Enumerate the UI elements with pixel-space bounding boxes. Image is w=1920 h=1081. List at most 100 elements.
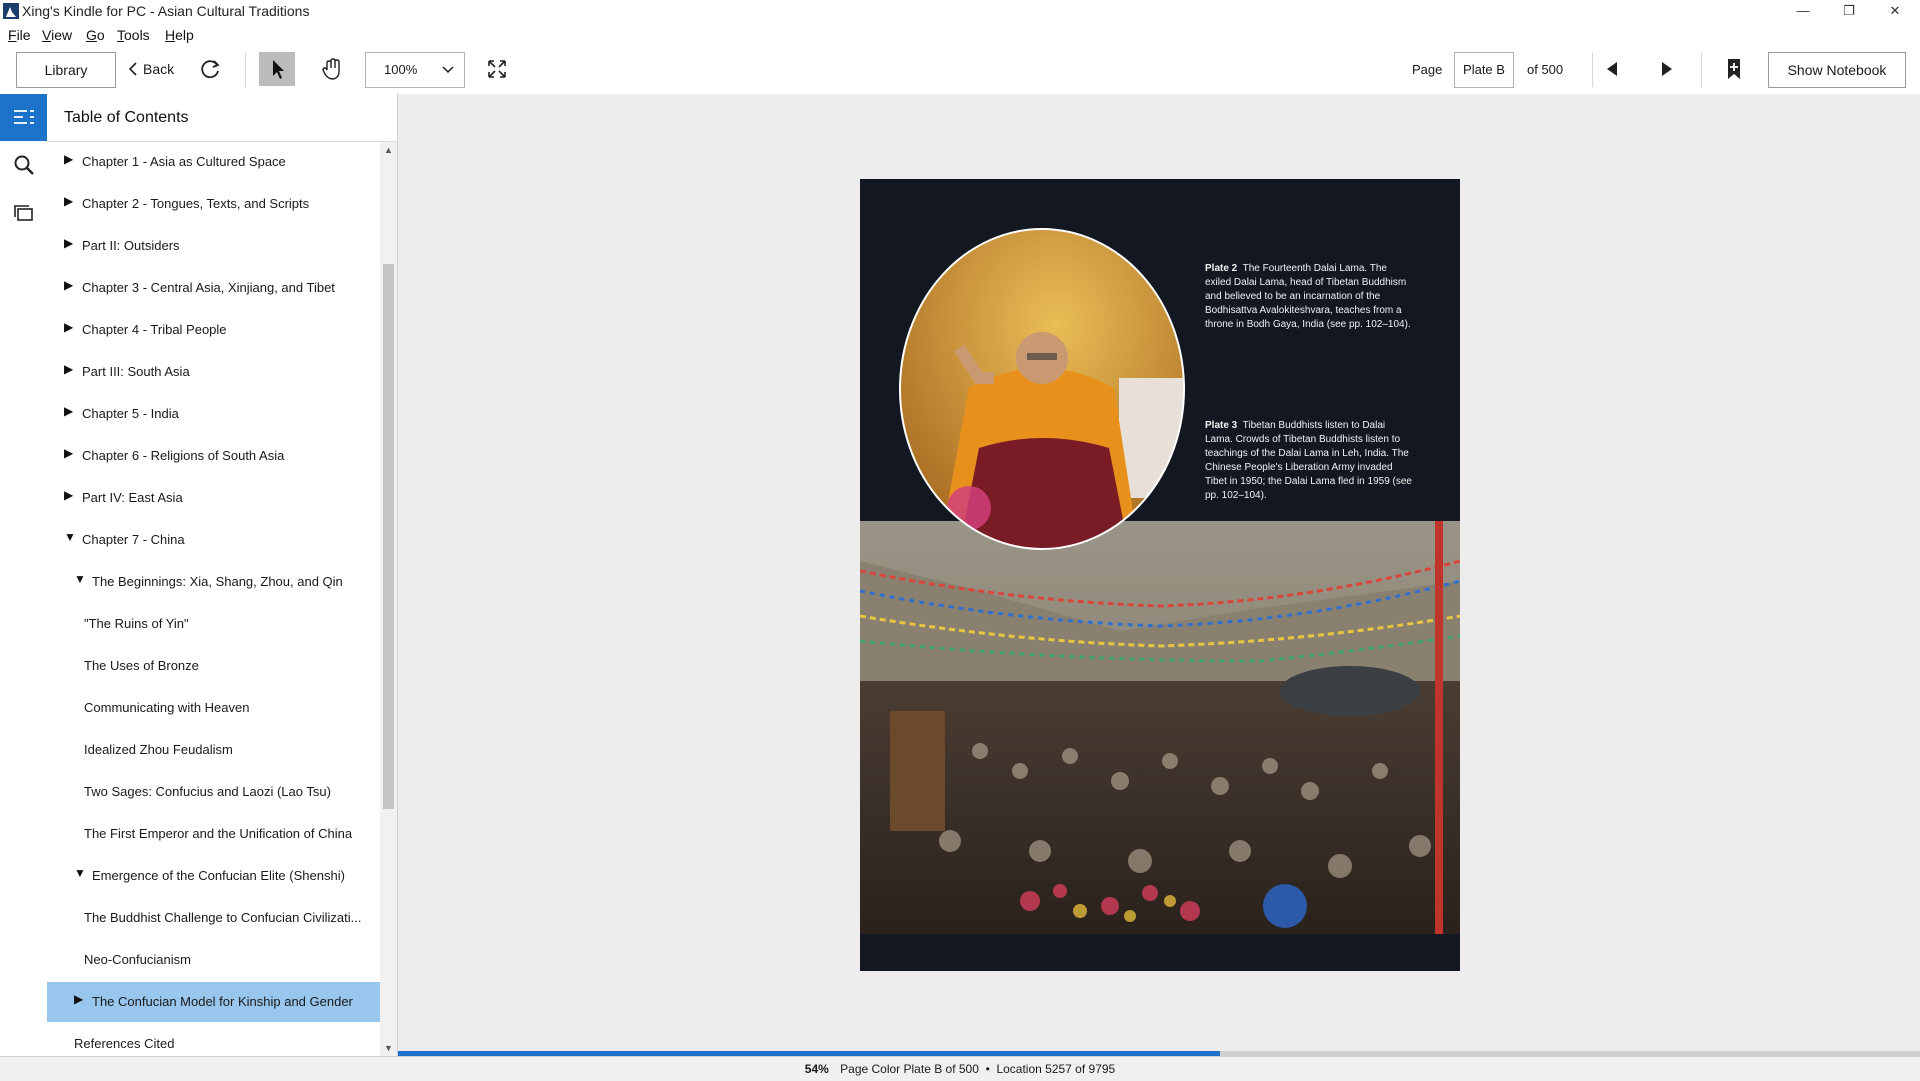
collapsed-triangle-icon[interactable]: ▶ (64, 446, 73, 460)
toc-item[interactable]: "The Ruins of Yin" (47, 604, 380, 644)
toc-item[interactable]: The First Emperor and the Unification of… (47, 814, 380, 854)
toc-tab[interactable] (0, 94, 47, 141)
toc-item[interactable]: References Cited (47, 1024, 380, 1056)
toc-item[interactable]: ▶ Part III: South Asia (47, 352, 380, 392)
toc-item-label: The First Emperor and the Unification of… (84, 826, 353, 841)
toc-scrollbar[interactable]: ▲ ▼ (380, 142, 397, 1056)
toc-item[interactable]: Idealized Zhou Feudalism (47, 730, 380, 770)
page-input[interactable]: Plate B (1454, 52, 1514, 88)
collapsed-triangle-icon[interactable]: ▶ (64, 236, 73, 250)
toc-item-label: The Confucian Model for Kinship and Gend… (92, 994, 353, 1009)
toc-item[interactable]: The Uses of Bronze (47, 646, 380, 686)
status-page-color: Page Color Plate B of 500 (840, 1062, 979, 1076)
toc-title: Table of Contents (64, 109, 189, 126)
menu-bar: File View Go Tools Help (0, 22, 1920, 47)
prev-page-icon[interactable] (1599, 56, 1625, 82)
toc-item[interactable]: ▼ The Beginnings: Xia, Shang, Zhou, and Q… (47, 562, 380, 602)
status-text: 54% Page Color Plate B of 500 • Location… (0, 1062, 1920, 1076)
status-bar: 54% Page Color Plate B of 500 • Location… (0, 1056, 1920, 1081)
toc-item-label: Chapter 4 - Tribal People (82, 322, 227, 337)
chevron-left-icon (128, 62, 137, 76)
scroll-up-arrow[interactable]: ▲ (380, 142, 397, 158)
expanded-triangle-icon[interactable]: ▼ (64, 530, 76, 544)
expanded-triangle-icon[interactable]: ▼ (74, 572, 86, 586)
collapsed-triangle-icon[interactable]: ▶ (64, 404, 73, 418)
sidebar-rail (0, 94, 48, 1056)
minimize-button[interactable]: — (1780, 0, 1826, 22)
scroll-thumb[interactable] (383, 264, 394, 809)
maximize-button[interactable]: ❐ (1826, 0, 1872, 22)
collapsed-triangle-icon[interactable]: ▶ (64, 152, 73, 166)
menu-file[interactable]: File (8, 27, 31, 43)
fullscreen-icon[interactable] (484, 56, 510, 82)
toc-item-label: Chapter 1 - Asia as Cultured Space (82, 154, 286, 169)
pointer-icon (273, 60, 284, 79)
toc-item[interactable]: The Buddhist Challenge to Confucian Civi… (47, 898, 380, 938)
collapsed-triangle-icon[interactable]: ▶ (64, 278, 73, 292)
toc-item[interactable]: Neo-Confucianism (47, 940, 380, 980)
library-button[interactable]: Library (16, 52, 116, 88)
toc-item[interactable]: ▶ The Confucian Model for Kinship and Gen… (47, 982, 380, 1022)
toc-item-label: Neo-Confucianism (84, 952, 191, 967)
toc-item[interactable]: ▶ Chapter 6 - Religions of South Asia (47, 436, 380, 476)
toc-item-label: References Cited (74, 1036, 175, 1051)
toc-panel: Table of Contents ▶ Chapter 1 - Asia as C… (47, 94, 398, 1056)
collapsed-triangle-icon[interactable]: ▶ (64, 194, 73, 208)
toc-item[interactable]: ▶ Chapter 2 - Tongues, Texts, and Scripts (47, 184, 380, 224)
toc-header: Table of Contents (47, 94, 397, 142)
toc-item-label: Part II: Outsiders (82, 238, 180, 253)
flashcards-icon[interactable] (11, 200, 37, 226)
close-button[interactable]: ✕ (1872, 0, 1918, 22)
sync-icon[interactable] (197, 56, 223, 82)
search-icon[interactable] (11, 152, 37, 178)
collapsed-triangle-icon[interactable]: ▶ (64, 362, 73, 376)
window-title: Xing's Kindle for PC - Asian Cultural Tr… (22, 3, 310, 19)
toc-item[interactable]: Two Sages: Confucius and Laozi (Lao Tsu) (47, 772, 380, 812)
toc-item[interactable]: ▶ Chapter 1 - Asia as Cultured Space (47, 142, 380, 182)
toc-item-label: Two Sages: Confucius and Laozi (Lao Tsu) (84, 784, 331, 799)
toc-item-label: Chapter 2 - Tongues, Texts, and Scripts (82, 196, 310, 211)
collapsed-triangle-icon[interactable]: ▶ (64, 488, 73, 502)
next-page-icon[interactable] (1654, 56, 1680, 82)
toc-item-label: Chapter 7 - China (82, 532, 185, 547)
toc-item-label: "The Ruins of Yin" (84, 616, 189, 631)
toolbar-separator (1592, 53, 1593, 87)
page-label: Page (1412, 62, 1443, 77)
toc-item[interactable]: ▼ Emergence of the Confucian Elite (Shens… (47, 856, 380, 896)
menu-help[interactable]: Help (165, 27, 194, 43)
menu-tools[interactable]: Tools (117, 27, 150, 43)
select-tool-button[interactable] (259, 52, 295, 86)
toc-item[interactable]: Communicating with Heaven (47, 688, 380, 728)
toc-item-label: Part III: South Asia (82, 364, 190, 379)
toolbar-separator (1701, 53, 1702, 87)
dalai-lama-photo (899, 228, 1185, 550)
toc-item[interactable]: ▶ Part II: Outsiders (47, 226, 380, 266)
plate-2-caption: Plate 2 The Fourteenth Dalai Lama. The e… (1205, 263, 1411, 330)
show-notebook-button[interactable]: Show Notebook (1768, 52, 1906, 88)
toc-item[interactable]: ▶ Part IV: East Asia (47, 478, 380, 518)
zoom-select[interactable]: 100% (365, 52, 465, 88)
reader-area[interactable]: Plate 2 The Fourteenth Dalai Lama. The e… (398, 94, 1920, 1056)
back-button[interactable]: Back (128, 52, 174, 86)
toc-item-label: The Buddhist Challenge to Confucian Civi… (84, 910, 362, 925)
title-bar: Xing's Kindle for PC - Asian Cultural Tr… (0, 0, 1920, 22)
status-separator: • (985, 1062, 990, 1076)
page-total: of 500 (1527, 62, 1564, 77)
bookmark-add-icon[interactable] (1721, 56, 1747, 82)
toc-item[interactable]: ▶ Chapter 4 - Tribal People (47, 310, 380, 350)
crowd-photo (860, 521, 1460, 934)
expanded-triangle-icon[interactable]: ▼ (74, 866, 86, 880)
toc-item-label: Part IV: East Asia (82, 490, 183, 505)
collapsed-triangle-icon[interactable]: ▶ (64, 320, 73, 334)
hand-icon[interactable] (319, 56, 345, 82)
scroll-down-arrow[interactable]: ▼ (380, 1040, 397, 1056)
menu-view[interactable]: View (42, 27, 72, 43)
toc-item[interactable]: ▶ Chapter 5 - India (47, 394, 380, 434)
book-page: Plate 2 The Fourteenth Dalai Lama. The e… (860, 179, 1460, 971)
collapsed-triangle-icon[interactable]: ▶ (74, 992, 83, 1006)
kindle-app-icon (3, 3, 19, 19)
toc-item[interactable]: ▶ Chapter 3 - Central Asia, Xinjiang, and… (47, 268, 380, 308)
menu-go[interactable]: Go (86, 27, 105, 43)
toc-item-label: Chapter 3 - Central Asia, Xinjiang, and … (82, 280, 335, 295)
toc-item[interactable]: ▼ Chapter 7 - China (47, 520, 380, 560)
